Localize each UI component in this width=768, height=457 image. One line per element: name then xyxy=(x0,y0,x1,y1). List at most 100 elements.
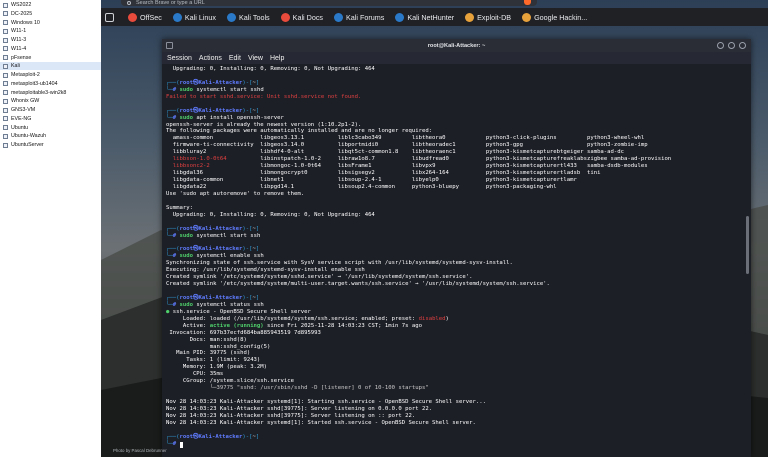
vm-item[interactable]: Windows 10 xyxy=(0,19,101,27)
vm-icon xyxy=(3,107,8,113)
terminal-menubar: Session Actions Edit View Help xyxy=(162,52,751,64)
terminal-text: └─ xyxy=(166,440,173,447)
address-bar[interactable]: Search Brave or type a URL xyxy=(121,0,537,6)
vm-item[interactable]: W11-1 xyxy=(0,27,101,35)
apps-grid-icon xyxy=(105,12,114,22)
terminal-text: ] xyxy=(255,294,260,301)
terminal-text: )-[ xyxy=(242,294,253,301)
terminal-text: libinstpatch-1.0-2 libraw1o8.7 libudfrea… xyxy=(226,156,672,163)
vm-item[interactable]: DC-2025 xyxy=(0,10,101,18)
terminal-text: ┌──( xyxy=(166,294,180,301)
vm-item[interactable]: W11-3 xyxy=(0,36,101,44)
terminal-text: Main PID: 39775 (sshd) xyxy=(166,350,251,357)
terminal-line: libgdal36 libmongocrypt0 libsigsegv2 lib… xyxy=(166,170,747,177)
vm-item[interactable]: Ubuntu xyxy=(0,124,101,132)
photo-credit: Photo by Pascal Debrunner xyxy=(113,448,167,453)
menu-view[interactable]: View xyxy=(248,55,263,62)
terminal-line: libbluray2 libhdf4-0-alt libqt5ct-common… xyxy=(166,149,747,156)
vm-icon xyxy=(3,98,8,104)
vm-item[interactable]: UbuntuServer xyxy=(0,141,101,149)
vm-item[interactable]: W11-4 xyxy=(0,45,101,53)
bookmark-item[interactable]: Kali Tools xyxy=(227,12,270,22)
bookmark-item[interactable]: Kali Linux xyxy=(172,12,217,22)
terminal-text: ┌──( xyxy=(166,107,180,114)
vm-item[interactable]: GNS3-VM xyxy=(0,106,101,114)
bookmark-item[interactable]: Exploit-DB xyxy=(465,12,511,22)
terminal-text: amass-common libgeos3.13.1 liblc3cabo349… xyxy=(166,135,645,142)
vm-item[interactable]: Kali xyxy=(0,62,101,71)
vm-item-label: W11-4 xyxy=(11,45,27,52)
address-placeholder: Search Brave or type a URL xyxy=(136,0,205,6)
vm-icon xyxy=(3,133,8,139)
terminal-text: ] xyxy=(255,433,260,440)
vm-item[interactable]: pFsense xyxy=(0,54,101,62)
terminal-text: libbson-1.0-0t64 xyxy=(172,156,227,163)
bookmark-item[interactable]: Google Hackin... xyxy=(522,12,587,22)
vm-item[interactable]: Whonix GW xyxy=(0,97,101,105)
bookmark-item[interactable]: OffSec xyxy=(128,12,162,22)
terminal-line: Docs: man:sshd(8) xyxy=(166,337,747,344)
menu-help[interactable]: Help xyxy=(270,55,284,62)
terminal-text: └─ xyxy=(166,114,173,121)
vm-icon xyxy=(3,63,8,69)
terminal-text: Created symlink '/etc/systemd/system/ssh… xyxy=(166,274,473,281)
terminal-text: disabled xyxy=(418,315,446,322)
terminal-scrollbar[interactable] xyxy=(746,216,749,274)
terminal-text: ssh.service - OpenBSD Secure Shell serve… xyxy=(169,308,311,315)
brave-shield-icon[interactable] xyxy=(524,0,531,5)
terminal-text: man:sshd_config(5) xyxy=(166,343,271,350)
apps-button[interactable] xyxy=(105,12,117,22)
minimize-icon[interactable] xyxy=(717,42,724,49)
vm-item[interactable]: Metasploit-2 xyxy=(0,71,101,79)
menu-session[interactable]: Session xyxy=(167,55,192,62)
bookmark-item[interactable]: Kali NetHunter xyxy=(395,12,455,22)
bookmark-item[interactable]: Kali Docs xyxy=(280,12,323,22)
terminal-text: Docs: man:sshd(8) xyxy=(166,336,247,343)
terminal-text: ┌──( xyxy=(166,225,180,232)
terminal-text: ] xyxy=(255,79,260,86)
terminal-line: └─# sudo systemctl start sshd xyxy=(166,87,747,94)
terminal-text: └─ xyxy=(166,253,173,260)
terminal-titlebar[interactable]: root@Kali-Attacker: ~ xyxy=(162,39,751,52)
terminal-text: # xyxy=(172,440,180,447)
vm-item[interactable]: Ubuntu-Wazuh xyxy=(0,132,101,140)
offsec-icon xyxy=(128,12,137,22)
terminal-line: libgdata22 libpgd14.1 libsoup2.4-common … xyxy=(166,184,747,191)
terminal-text: libbsonc2-2 xyxy=(172,163,210,170)
vm-item-label: W11-1 xyxy=(11,28,27,35)
maximize-icon[interactable] xyxy=(728,42,735,49)
terminal-text: # xyxy=(172,301,180,308)
vm-item[interactable]: metasploit3-ub1404 xyxy=(0,80,101,88)
close-icon[interactable] xyxy=(739,42,746,49)
terminal-text: Created symlink '/etc/systemd/system/mul… xyxy=(166,281,550,288)
terminal-window[interactable]: root@Kali-Attacker: ~ Session Actions Edit… xyxy=(162,39,751,457)
terminal-text: # xyxy=(172,232,180,239)
bookmark-label: Kali NetHunter xyxy=(407,12,455,22)
terminal-line: └─# xyxy=(166,441,747,448)
terminal-line: Nov 28 14:03:23 Kali-Attacker sshd[39775… xyxy=(166,413,747,420)
terminal-text: Invocation: 697b37ecfd684ba885943519 7d8… xyxy=(166,329,321,336)
vm-item[interactable]: metasploitable3-win2k8 xyxy=(0,89,101,97)
terminal-output[interactable]: Upgrading: 0, Installing: 0, Removing: 0… xyxy=(162,64,751,457)
bookmark-label: Kali Linux xyxy=(184,12,217,22)
terminal-line: Synchronizing state of ssh.service with … xyxy=(166,260,747,267)
terminal-text: ] xyxy=(255,246,260,253)
terminal-text: systemctl enable ssh xyxy=(192,253,264,260)
terminal-text: The following packages were automaticall… xyxy=(166,128,433,135)
terminal-line: Nov 28 14:03:23 Kali-Attacker systemd[1]… xyxy=(166,399,747,406)
terminal-line: openssh-server is already the newest ver… xyxy=(166,122,747,129)
bookmark-item[interactable]: Kali Forums xyxy=(334,12,384,22)
terminal-text: systemctl start ssh xyxy=(192,232,261,239)
exploit-db-icon xyxy=(465,12,475,22)
vm-item-label: Ubuntu xyxy=(11,124,29,131)
terminal-line: libbson-1.0-0t64 libinstpatch-1.0-2 libr… xyxy=(166,156,747,163)
terminal-text: Loaded: loaded (/usr/lib/systemd/system/… xyxy=(166,315,419,322)
vm-item[interactable]: EVE-NG xyxy=(0,115,101,123)
menu-actions[interactable]: Actions xyxy=(199,55,222,62)
terminal-line: ┌──(root㉿Kali-Attacker)-[~] xyxy=(166,108,747,115)
vm-item-label: metasploitable3-win2k8 xyxy=(11,89,67,96)
vm-item[interactable]: WS2022 xyxy=(0,1,101,9)
menu-edit[interactable]: Edit xyxy=(229,55,241,62)
